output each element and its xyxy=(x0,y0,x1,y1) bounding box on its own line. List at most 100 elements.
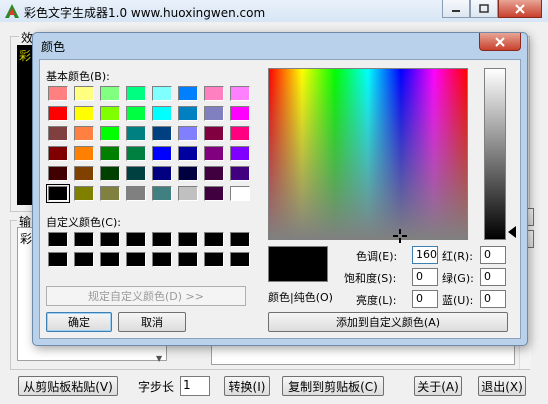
custom-color-swatch[interactable] xyxy=(100,252,120,267)
basic-color-swatch[interactable] xyxy=(74,186,94,201)
dialog-close-button[interactable] xyxy=(479,33,521,51)
custom-color-swatch[interactable] xyxy=(230,232,250,247)
basic-color-swatch[interactable] xyxy=(48,146,68,161)
basic-color-swatch[interactable] xyxy=(48,106,68,121)
convert-button[interactable]: 转换(I) xyxy=(224,376,270,396)
luminance-arrow-icon[interactable] xyxy=(508,226,516,238)
custom-color-swatch[interactable] xyxy=(178,232,198,247)
custom-color-swatch[interactable] xyxy=(204,232,224,247)
custom-color-swatch[interactable] xyxy=(74,252,94,267)
basic-color-swatch[interactable] xyxy=(152,106,172,121)
basic-color-swatch[interactable] xyxy=(126,146,146,161)
basic-color-swatch[interactable] xyxy=(152,126,172,141)
basic-color-swatch[interactable] xyxy=(230,166,250,181)
basic-color-swatch[interactable] xyxy=(126,86,146,101)
custom-color-swatch[interactable] xyxy=(204,252,224,267)
basic-color-swatch[interactable] xyxy=(204,146,224,161)
basic-color-swatch[interactable] xyxy=(46,184,70,203)
basic-color-swatch[interactable] xyxy=(204,86,224,101)
basic-color-swatch[interactable] xyxy=(100,166,120,181)
custom-color-swatch[interactable] xyxy=(178,252,198,267)
preview-char: 彩 xyxy=(19,49,32,63)
minimize-icon xyxy=(452,9,460,12)
basic-color-swatch[interactable] xyxy=(126,106,146,121)
exit-button[interactable]: 退出(X) xyxy=(478,376,526,396)
basic-color-swatch[interactable] xyxy=(204,186,224,201)
hue-input[interactable]: 160 xyxy=(412,246,438,264)
paste-from-clipboard-button[interactable]: 从剪贴板粘贴(V) xyxy=(18,376,118,396)
basic-color-swatch[interactable] xyxy=(126,166,146,181)
basic-color-swatch[interactable] xyxy=(230,126,250,141)
cancel-button[interactable]: 取消 xyxy=(118,312,186,332)
crosshair-icon xyxy=(393,229,407,243)
blue-input[interactable]: 0 xyxy=(480,290,506,308)
custom-color-swatch[interactable] xyxy=(126,232,146,247)
basic-color-swatch[interactable] xyxy=(230,146,250,161)
define-custom-colors-button[interactable]: 规定自定义颜色(D) >> xyxy=(46,286,246,306)
minimize-button[interactable] xyxy=(442,0,470,18)
basic-color-swatch[interactable] xyxy=(74,106,94,121)
custom-color-swatch[interactable] xyxy=(48,232,68,247)
basic-color-swatch[interactable] xyxy=(230,86,250,101)
custom-color-swatch[interactable] xyxy=(152,232,172,247)
red-label: 红(R): xyxy=(442,250,473,263)
basic-color-swatch[interactable] xyxy=(204,166,224,181)
basic-color-swatch[interactable] xyxy=(178,186,198,201)
add-to-custom-colors-button[interactable]: 添加到自定义颜色(A) xyxy=(268,312,508,332)
custom-color-swatch[interactable] xyxy=(100,232,120,247)
basic-color-swatch[interactable] xyxy=(178,166,198,181)
basic-color-swatch[interactable] xyxy=(100,106,120,121)
basic-color-swatch[interactable] xyxy=(100,86,120,101)
app-titlebar: 彩色文字生成器1.0 www.huoxingwen.com xyxy=(0,0,548,22)
green-label: 绿(G): xyxy=(442,272,474,285)
basic-color-swatch[interactable] xyxy=(178,106,198,121)
basic-color-swatch[interactable] xyxy=(48,166,68,181)
custom-color-swatch[interactable] xyxy=(74,232,94,247)
basic-color-swatch[interactable] xyxy=(100,146,120,161)
basic-color-swatch[interactable] xyxy=(178,146,198,161)
copy-to-clipboard-button[interactable]: 复制到剪贴板(C) xyxy=(282,376,384,396)
basic-color-swatch[interactable] xyxy=(152,166,172,181)
basic-color-swatch[interactable] xyxy=(178,126,198,141)
dropdown-arrow-icon[interactable]: ▼ xyxy=(156,354,162,363)
basic-color-swatch[interactable] xyxy=(48,126,68,141)
luminance-slider[interactable] xyxy=(484,68,506,240)
basic-color-swatch[interactable] xyxy=(152,146,172,161)
basic-color-swatch[interactable] xyxy=(48,86,68,101)
luminance-input[interactable]: 0 xyxy=(412,290,438,308)
app-title: 彩色文字生成器1.0 www.huoxingwen.com xyxy=(24,6,266,20)
basic-color-swatch[interactable] xyxy=(74,86,94,101)
basic-color-swatch[interactable] xyxy=(204,106,224,121)
maximize-button[interactable] xyxy=(470,0,498,18)
saturation-input[interactable]: 0 xyxy=(412,268,438,286)
bottom-toolbar: 从剪贴板粘贴(V) 字步长 1 转换(I) 复制到剪贴板(C) 关于(A) 退出… xyxy=(0,372,548,404)
custom-color-swatch[interactable] xyxy=(230,252,250,267)
close-button[interactable] xyxy=(498,0,542,18)
basic-color-swatch[interactable] xyxy=(230,186,250,201)
custom-color-swatch[interactable] xyxy=(126,252,146,267)
basic-color-swatch[interactable] xyxy=(126,186,146,201)
luminance-label: 亮度(L): xyxy=(356,294,397,307)
input-text: 彩 xyxy=(20,232,33,246)
custom-colors-grid xyxy=(48,232,258,276)
basic-color-swatch[interactable] xyxy=(178,86,198,101)
custom-color-swatch[interactable] xyxy=(152,252,172,267)
basic-color-swatch[interactable] xyxy=(152,86,172,101)
step-input[interactable]: 1 xyxy=(180,376,210,396)
red-input[interactable]: 0 xyxy=(480,246,506,264)
ok-button[interactable]: 确定 xyxy=(46,312,112,332)
basic-color-swatch[interactable] xyxy=(74,126,94,141)
basic-color-swatch[interactable] xyxy=(230,106,250,121)
basic-color-swatch[interactable] xyxy=(100,126,120,141)
basic-color-swatch[interactable] xyxy=(100,186,120,201)
basic-color-swatch[interactable] xyxy=(74,146,94,161)
basic-color-swatch[interactable] xyxy=(204,126,224,141)
color-spectrum[interactable] xyxy=(268,68,468,243)
basic-color-swatch[interactable] xyxy=(152,186,172,201)
custom-color-swatch[interactable] xyxy=(48,252,68,267)
dialog-title: 颜色 xyxy=(41,40,66,54)
about-button[interactable]: 关于(A) xyxy=(414,376,462,396)
basic-color-swatch[interactable] xyxy=(74,166,94,181)
green-input[interactable]: 0 xyxy=(480,268,506,286)
basic-color-swatch[interactable] xyxy=(126,126,146,141)
